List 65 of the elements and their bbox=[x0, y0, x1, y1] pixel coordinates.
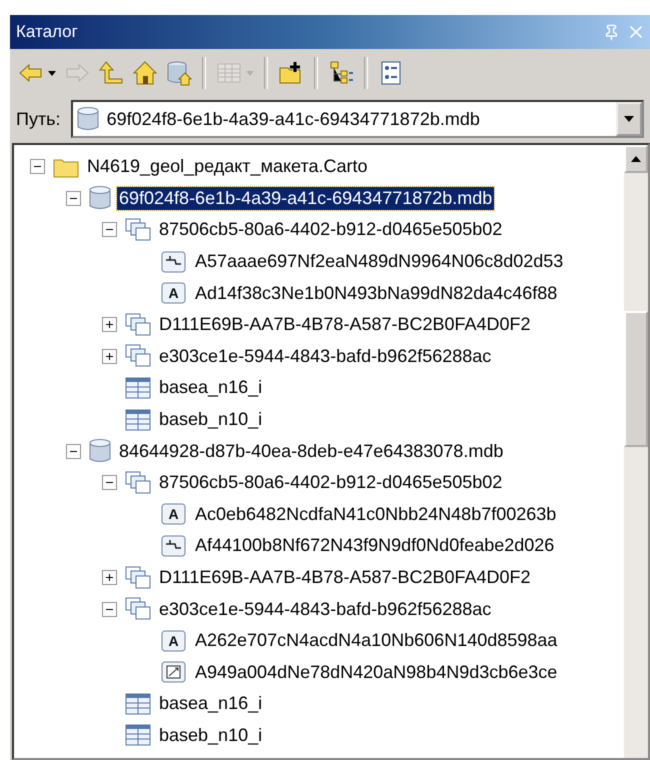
tree-item[interactable]: D111E69B-AA7B-4B78-A587-BC2B0FA4D0F2 bbox=[157, 566, 533, 590]
tree-view-icon bbox=[328, 60, 354, 86]
annotation-icon: A bbox=[161, 628, 187, 653]
tree-item[interactable]: 87506cb5-80a6-4402-b912-d0465e505b02 bbox=[157, 471, 504, 494]
database-house-icon bbox=[166, 60, 192, 86]
scrollbar[interactable] bbox=[624, 145, 648, 758]
window-title: Каталог bbox=[16, 22, 78, 42]
tree-item[interactable]: A262e707cN4acdN4a10Nb606N140d8598aa bbox=[193, 629, 560, 652]
plus-icon bbox=[105, 573, 114, 582]
path-combobox[interactable]: 69f024f8-6e1b-4a39-a41c-69434771872b.mdb bbox=[70, 100, 644, 138]
tree-item[interactable]: 84644928-d87b-40ea-8deb-e47e64383078.mdb bbox=[117, 440, 506, 463]
collapse-button[interactable] bbox=[66, 444, 81, 459]
database-icon bbox=[89, 186, 111, 210]
collapse-button[interactable] bbox=[30, 159, 45, 174]
stacked-squares-icon bbox=[125, 344, 151, 368]
collapse-button[interactable] bbox=[102, 222, 117, 238]
tree-item[interactable]: A57aaae697Nf2eaN489dN9964N06c8d02d53 bbox=[193, 250, 566, 274]
line-feature-icon bbox=[161, 534, 187, 558]
stacked-squares-icon bbox=[125, 597, 151, 622]
up-arrow-icon bbox=[98, 60, 124, 86]
house-icon bbox=[132, 60, 158, 86]
stacked-squares-icon bbox=[125, 312, 151, 337]
collapse-button[interactable] bbox=[66, 190, 81, 206]
tree-item[interactable]: N4619_geol_редакт_макета.Carto bbox=[85, 155, 370, 178]
tree-item[interactable]: 87506cb5-80a6-4402-b912-d0465e505b02 bbox=[157, 218, 504, 242]
plus-icon bbox=[105, 352, 114, 361]
expand-button[interactable] bbox=[102, 317, 117, 332]
expand-button[interactable] bbox=[102, 570, 117, 586]
stacked-squares-icon bbox=[125, 218, 151, 242]
collapse-button[interactable] bbox=[102, 602, 117, 617]
tree-item[interactable]: e303ce1e-5944-4843-bafd-b962f56288ac bbox=[157, 598, 494, 621]
caret-icon bbox=[624, 116, 634, 122]
caret-icon bbox=[246, 70, 254, 76]
annotation-icon: A bbox=[161, 502, 187, 526]
plus-icon bbox=[105, 320, 114, 330]
tree-item[interactable]: e303ce1e-5944-4843-bafd-b962f56288ac bbox=[157, 344, 494, 368]
database-icon bbox=[76, 107, 99, 131]
tree-item[interactable]: A949a004dNe78dN420aN98b4N9d3cb6e3ce bbox=[193, 660, 560, 684]
table-icon bbox=[125, 692, 151, 716]
caret-icon bbox=[631, 156, 641, 162]
scroll-thumb[interactable] bbox=[624, 311, 648, 447]
tree-item[interactable]: basea_n16_i bbox=[157, 692, 264, 716]
scroll-up-button[interactable] bbox=[624, 145, 648, 173]
database-icon bbox=[89, 439, 111, 464]
tree-item[interactable]: baseb_n10_i bbox=[157, 408, 264, 432]
line-feature-icon bbox=[161, 250, 187, 274]
path-label: Путь: bbox=[16, 108, 61, 130]
table-icon bbox=[125, 723, 151, 748]
stacked-squares-icon bbox=[125, 566, 151, 590]
table-icon bbox=[125, 376, 151, 400]
tree-item[interactable]: Ac0eb6482NcdfaN41c0Nbb24N48b7f00263b bbox=[193, 502, 558, 526]
tree-item[interactable]: D111E69B-AA7B-4B78-A587-BC2B0FA4D0F2 bbox=[157, 313, 533, 336]
tree-item[interactable]: basea_n16_i bbox=[157, 376, 264, 400]
tree-item[interactable]: Af44100b8Nf672N43f9N9df0Nd0feabe2d026 bbox=[193, 534, 556, 558]
dropdown-button[interactable] bbox=[616, 102, 642, 136]
annotation-icon: A bbox=[161, 281, 187, 306]
collapse-button[interactable] bbox=[102, 475, 117, 490]
expand-button[interactable] bbox=[102, 348, 117, 364]
tree-item[interactable]: baseb_n10_i bbox=[157, 724, 264, 747]
caret-icon bbox=[48, 70, 56, 76]
table-icon bbox=[125, 408, 151, 432]
dimension-icon bbox=[161, 660, 187, 684]
tree-item[interactable]: Ad14f38c3Ne1b0N493bNa99dN82da4c46f88 bbox=[193, 282, 560, 305]
stacked-squares-icon bbox=[125, 470, 151, 495]
tree-item[interactable]: 69f024f8-6e1b-4a39-a41c-69434771872b.mdb bbox=[117, 186, 494, 210]
